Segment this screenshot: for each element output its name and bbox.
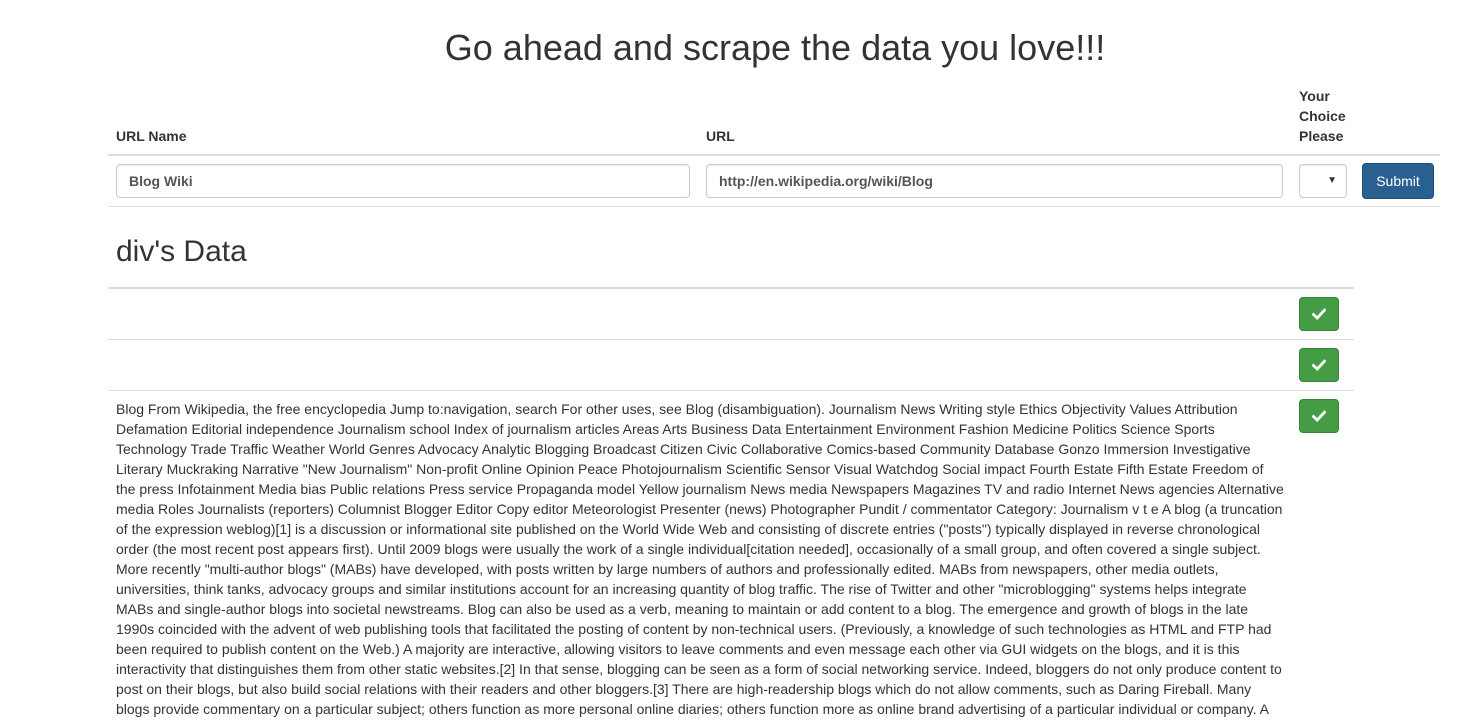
choice-select[interactable]: ▼ [1299,164,1347,198]
url-input[interactable] [706,164,1283,198]
select-row-3-button[interactable] [1299,399,1339,433]
select-row-2-button[interactable] [1299,348,1339,382]
header-url-name: URL Name [116,128,187,144]
check-icon [1312,308,1326,320]
chevron-down-icon: ▼ [1327,175,1337,186]
header-url: URL [706,128,735,144]
section-title: div's Data [116,235,247,268]
select-row-1-button[interactable] [1299,297,1339,331]
check-icon [1312,359,1326,371]
form-divider [108,206,1440,207]
page-title: Go ahead and scrape the data you love!!! [444,27,1106,68]
results-divider [108,287,1354,289]
check-icon [1312,410,1326,422]
row-divider [108,390,1354,391]
header-divider [108,154,1440,156]
row-divider [108,339,1354,340]
url-name-input[interactable] [116,164,690,198]
scraper-page: Go ahead and scrape the data you love!!!… [0,0,1460,723]
submit-button[interactable]: Submit [1362,163,1434,199]
div-text-content: Blog From Wikipedia, the free encycloped… [116,401,1284,717]
header-choice: Your Choice Please [1299,88,1346,144]
